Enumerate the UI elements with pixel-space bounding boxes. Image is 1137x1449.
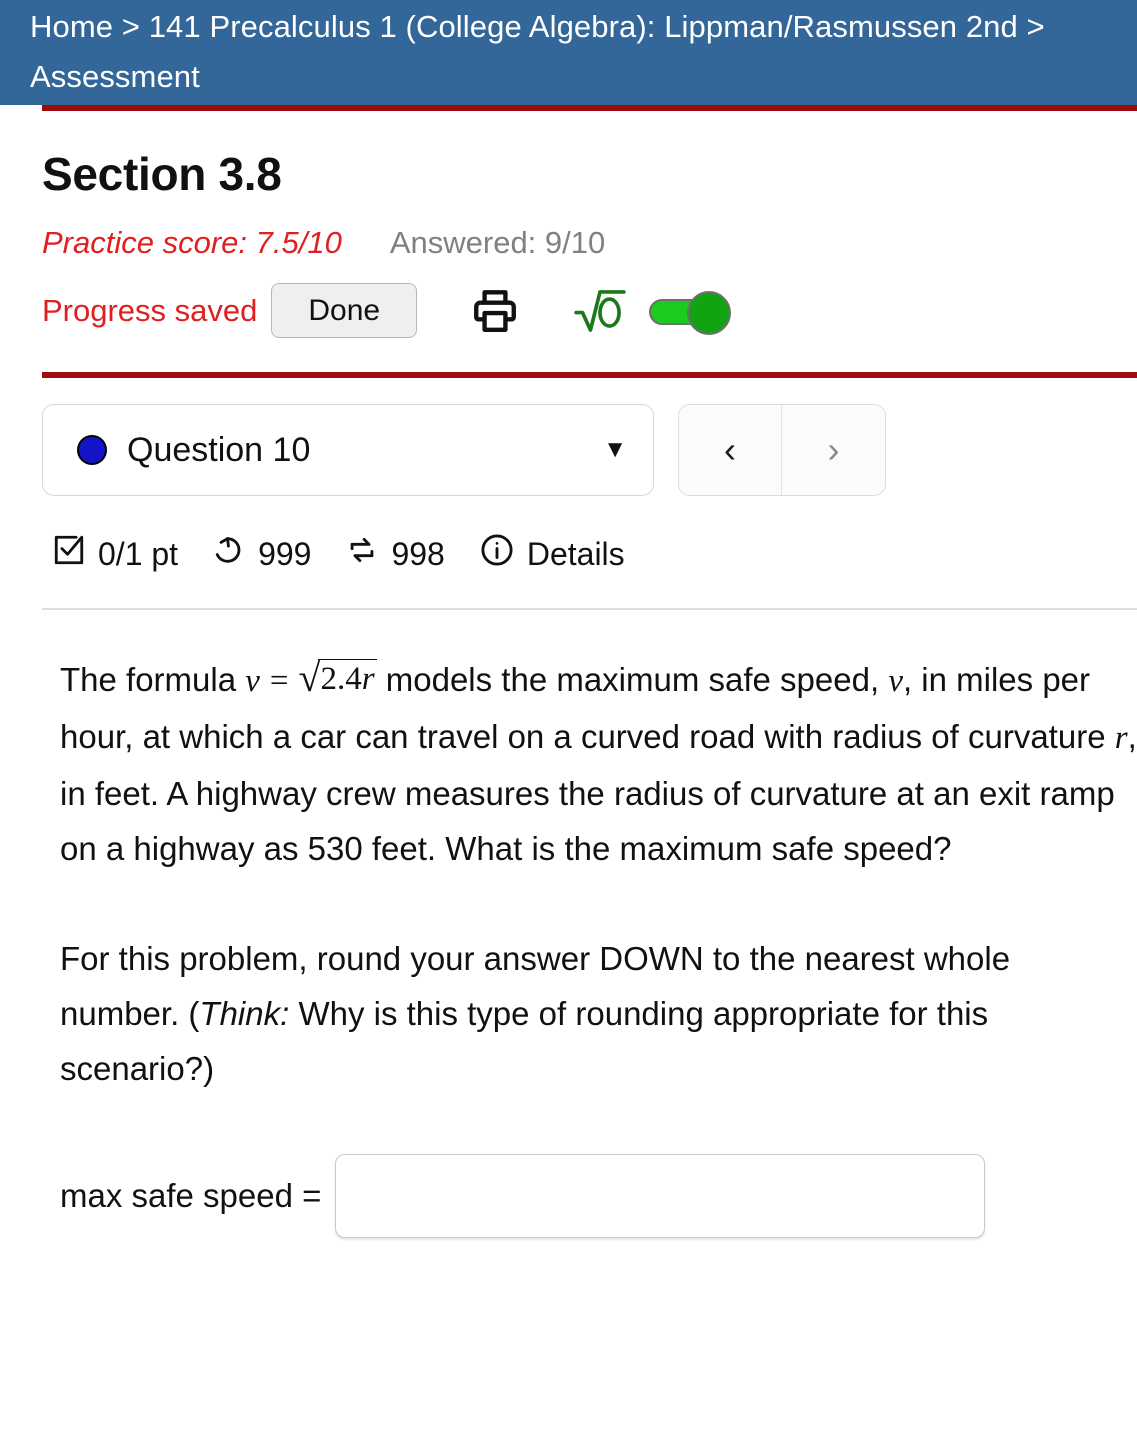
retries-value: 998 [391, 535, 445, 572]
details-link[interactable]: Details [479, 532, 625, 576]
print-icon[interactable] [469, 286, 521, 336]
formula-variable-v: v [245, 663, 260, 699]
toggle-knob [687, 290, 732, 335]
info-circle-icon [479, 532, 515, 576]
question-body: The formula v = √ 2.4r models the maximum s… [0, 652, 1137, 1096]
checkbox-checked-icon [52, 533, 86, 575]
page-title: Section 3.8 [42, 148, 282, 200]
prev-question-button[interactable]: ‹ [679, 405, 782, 495]
question-paragraph-1: The formula v = √ 2.4r models the maximum s… [60, 652, 1137, 876]
retries-indicator: 998 [345, 533, 445, 575]
progress-saved-status: Progress saved [42, 292, 258, 328]
question-paragraph-2: For this problem, round your answer DOWN… [60, 931, 1137, 1096]
question-text-lead: The formula [60, 661, 246, 698]
attempts-value: 999 [258, 535, 312, 572]
question-meta: 0/1 pt 999 998 Details [52, 532, 1137, 576]
breadcrumb-header: Home > 141 Precalculus 1 (College Algebr… [0, 0, 1137, 105]
answer-label: max safe speed = [60, 1177, 322, 1214]
details-label: Details [526, 535, 625, 572]
question-status-dot [77, 435, 107, 465]
points-value: 0/1 pt [98, 535, 179, 572]
radicand-variable-r: r [361, 661, 375, 697]
divider-middle [42, 372, 1137, 378]
divider-question [42, 608, 1137, 610]
max-safe-speed-input[interactable] [335, 1154, 986, 1238]
formula-equals: = [269, 663, 289, 699]
question-text-after-formula: models the maximum safe speed, [376, 661, 889, 698]
question-nav: Question 10 ▼ ‹ › [42, 404, 1137, 496]
square-root-icon[interactable] [573, 285, 627, 337]
question-select[interactable]: Question 10 ▼ [42, 404, 654, 496]
section-header: Section 3.8 Practice score: 7.5/10 Answe… [0, 147, 1137, 338]
radical-sign: √ [298, 655, 321, 700]
formula-radical: √ 2.4r [298, 655, 377, 700]
answer-row: max safe speed = [60, 1154, 1137, 1238]
breadcrumb[interactable]: Home > 141 Precalculus 1 (College Algebr… [30, 2, 1137, 102]
swap-arrows-icon [345, 533, 379, 575]
radicand-number: 2.4 [320, 661, 362, 697]
score-row: Practice score: 7.5/10 Answered: 9/10 [42, 225, 1137, 261]
divider-top [42, 105, 1137, 111]
practice-score: Practice score: 7.5/10 [42, 225, 342, 260]
think-emphasis: Think: [199, 995, 290, 1032]
question-select-label: Question 10 [127, 430, 311, 469]
chevron-down-icon: ▼ [603, 436, 627, 463]
formula-radicand: 2.4r [318, 659, 377, 697]
math-palette-toggle[interactable] [649, 290, 735, 335]
points-indicator: 0/1 pt [52, 533, 178, 575]
inline-variable-r: r [1114, 720, 1128, 756]
question-pager: ‹ › [678, 404, 886, 496]
answered-count: Answered: 9/10 [389, 225, 606, 260]
done-button[interactable]: Done [271, 283, 418, 338]
next-question-button[interactable]: › [782, 405, 885, 495]
inline-variable-v: v [888, 663, 903, 699]
attempts-indicator: 999 [212, 533, 311, 575]
progress-row: Progress saved Done [42, 283, 1137, 338]
undo-arrow-icon [212, 533, 246, 575]
